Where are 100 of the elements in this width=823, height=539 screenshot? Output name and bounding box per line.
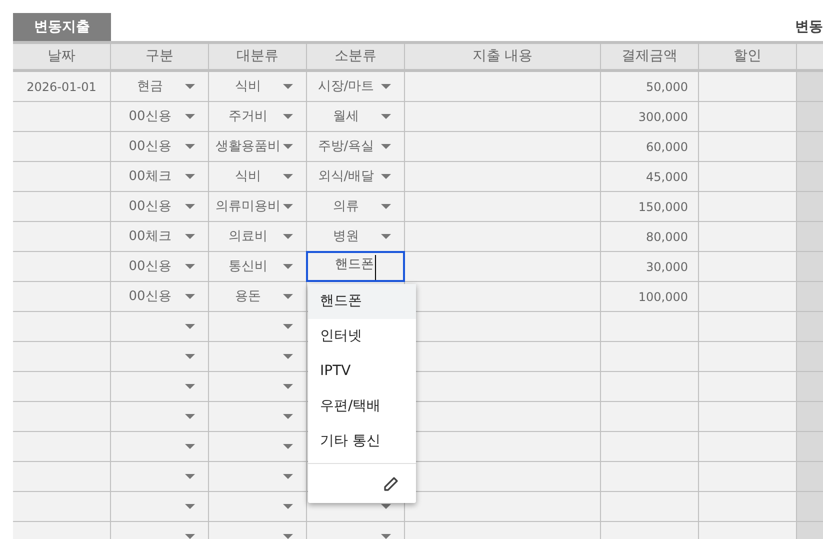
dropdown-cell[interactable]: 시장/마트 — [307, 72, 405, 101]
dropdown-arrow-icon[interactable] — [185, 504, 195, 509]
dropdown-arrow-icon[interactable] — [185, 264, 195, 269]
dropdown-option[interactable]: 기타 통신 — [308, 424, 416, 459]
table-cell: 30,000 — [601, 252, 699, 281]
dropdown-cell[interactable]: 의류미용비 — [209, 192, 307, 221]
dropdown-cell[interactable] — [209, 342, 307, 371]
dropdown-arrow-icon[interactable] — [185, 174, 195, 179]
dropdown-cell[interactable]: 외식/배달 — [307, 162, 405, 191]
table-cell — [797, 102, 823, 131]
table-cell — [797, 312, 823, 341]
dropdown-option[interactable]: 인터넷 — [308, 319, 416, 354]
dropdown-cell[interactable]: 주방/욕실 — [307, 132, 405, 161]
dropdown-cell[interactable]: 00신용 — [111, 282, 209, 311]
cell-edit-field[interactable]: 핸드폰 — [306, 251, 405, 282]
dropdown-cell[interactable] — [209, 402, 307, 431]
dropdown-arrow-icon[interactable] — [283, 84, 293, 89]
table-cell: 150,000 — [601, 192, 699, 221]
table-cell — [797, 72, 823, 101]
dropdown-arrow-icon[interactable] — [283, 324, 293, 329]
table-cell: 100,000 — [601, 282, 699, 311]
dropdown-arrow-icon[interactable] — [185, 114, 195, 119]
dropdown-arrow-icon[interactable] — [185, 234, 195, 239]
dropdown-arrow-icon[interactable] — [381, 504, 391, 509]
dropdown-arrow-icon[interactable] — [185, 84, 195, 89]
dropdown-arrow-icon[interactable] — [185, 474, 195, 479]
dropdown-arrow-icon[interactable] — [283, 414, 293, 419]
dropdown-cell[interactable] — [209, 432, 307, 461]
dropdown-arrow-icon[interactable] — [283, 444, 293, 449]
dropdown-arrow-icon[interactable] — [185, 354, 195, 359]
dropdown-cell[interactable] — [209, 492, 307, 521]
sheet-title: 변동지출 — [13, 13, 111, 41]
table-cell: 300,000 — [601, 102, 699, 131]
table-cell — [797, 132, 823, 161]
dropdown-cell[interactable] — [111, 372, 209, 401]
dropdown-arrow-icon[interactable] — [185, 444, 195, 449]
dropdown-cell[interactable]: 통신비 — [209, 252, 307, 281]
dropdown-arrow-icon[interactable] — [283, 174, 293, 179]
dropdown-option[interactable]: 우편/택배 — [308, 389, 416, 424]
dropdown-cell[interactable] — [111, 432, 209, 461]
dropdown-cell[interactable] — [111, 312, 209, 341]
dropdown-cell[interactable]: 주거비 — [209, 102, 307, 131]
table-cell: 60,000 — [601, 132, 699, 161]
dropdown-arrow-icon[interactable] — [185, 534, 195, 539]
dropdown-arrow-icon[interactable] — [185, 204, 195, 209]
dropdown-arrow-icon[interactable] — [381, 174, 391, 179]
dropdown-cell[interactable]: 생활용품비 — [209, 132, 307, 161]
dropdown-arrow-icon[interactable] — [381, 114, 391, 119]
dropdown-arrow-icon[interactable] — [283, 474, 293, 479]
dropdown-arrow-icon[interactable] — [185, 294, 195, 299]
dropdown-arrow-icon[interactable] — [381, 144, 391, 149]
dropdown-arrow-icon[interactable] — [283, 114, 293, 119]
table-cell — [797, 282, 823, 311]
dropdown-cell[interactable]: 현금 — [111, 72, 209, 101]
dropdown-arrow-icon[interactable] — [185, 384, 195, 389]
dropdown-cell[interactable]: 00신용 — [111, 102, 209, 131]
dropdown-arrow-icon[interactable] — [283, 264, 293, 269]
table-cell: 2026-01-01 — [13, 72, 111, 101]
dropdown-cell[interactable]: 00신용 — [111, 132, 209, 161]
dropdown-option[interactable]: 핸드폰 — [308, 284, 416, 319]
table-cell — [797, 402, 823, 431]
dropdown-cell[interactable] — [111, 342, 209, 371]
dropdown-arrow-icon[interactable] — [381, 534, 391, 539]
dropdown-cell[interactable]: 용돈 — [209, 282, 307, 311]
dropdown-cell[interactable]: 병원 — [307, 222, 405, 251]
dropdown-cell[interactable] — [111, 402, 209, 431]
dropdown-arrow-icon[interactable] — [185, 414, 195, 419]
dropdown-cell[interactable]: 00체크 — [111, 222, 209, 251]
dropdown-arrow-icon[interactable] — [185, 324, 195, 329]
table-cell — [797, 162, 823, 191]
pencil-icon[interactable] — [382, 474, 400, 492]
table-cell — [797, 462, 823, 491]
dropdown-arrow-icon[interactable] — [283, 354, 293, 359]
dropdown-arrow-icon[interactable] — [283, 294, 293, 299]
dropdown-cell[interactable]: 식비 — [209, 162, 307, 191]
dropdown-arrow-icon[interactable] — [283, 534, 293, 539]
dropdown-cell[interactable]: 00신용 — [111, 192, 209, 221]
dropdown-cell[interactable]: 00체크 — [111, 162, 209, 191]
dropdown-arrow-icon[interactable] — [381, 84, 391, 89]
dropdown-cell[interactable] — [209, 462, 307, 491]
dropdown-cell[interactable]: 식비 — [209, 72, 307, 101]
table-cell: 80,000 — [601, 222, 699, 251]
table-cell — [797, 492, 823, 521]
dropdown-cell[interactable]: 의료비 — [209, 222, 307, 251]
dropdown-cell[interactable]: 월세 — [307, 102, 405, 131]
dropdown-cell[interactable]: 00신용 — [111, 252, 209, 281]
dropdown-cell[interactable] — [209, 372, 307, 401]
dropdown-arrow-icon[interactable] — [185, 144, 195, 149]
dropdown-arrow-icon[interactable] — [283, 204, 293, 209]
dropdown-cell[interactable]: 의류 — [307, 192, 405, 221]
dropdown-cell[interactable] — [111, 492, 209, 521]
dropdown-arrow-icon[interactable] — [381, 204, 391, 209]
dropdown-cell[interactable] — [209, 312, 307, 341]
dropdown-cell[interactable] — [111, 462, 209, 491]
dropdown-arrow-icon[interactable] — [283, 234, 293, 239]
dropdown-arrow-icon[interactable] — [283, 384, 293, 389]
dropdown-arrow-icon[interactable] — [283, 504, 293, 509]
dropdown-arrow-icon[interactable] — [283, 144, 293, 149]
dropdown-option[interactable]: IPTV — [308, 354, 416, 389]
dropdown-arrow-icon[interactable] — [381, 234, 391, 239]
